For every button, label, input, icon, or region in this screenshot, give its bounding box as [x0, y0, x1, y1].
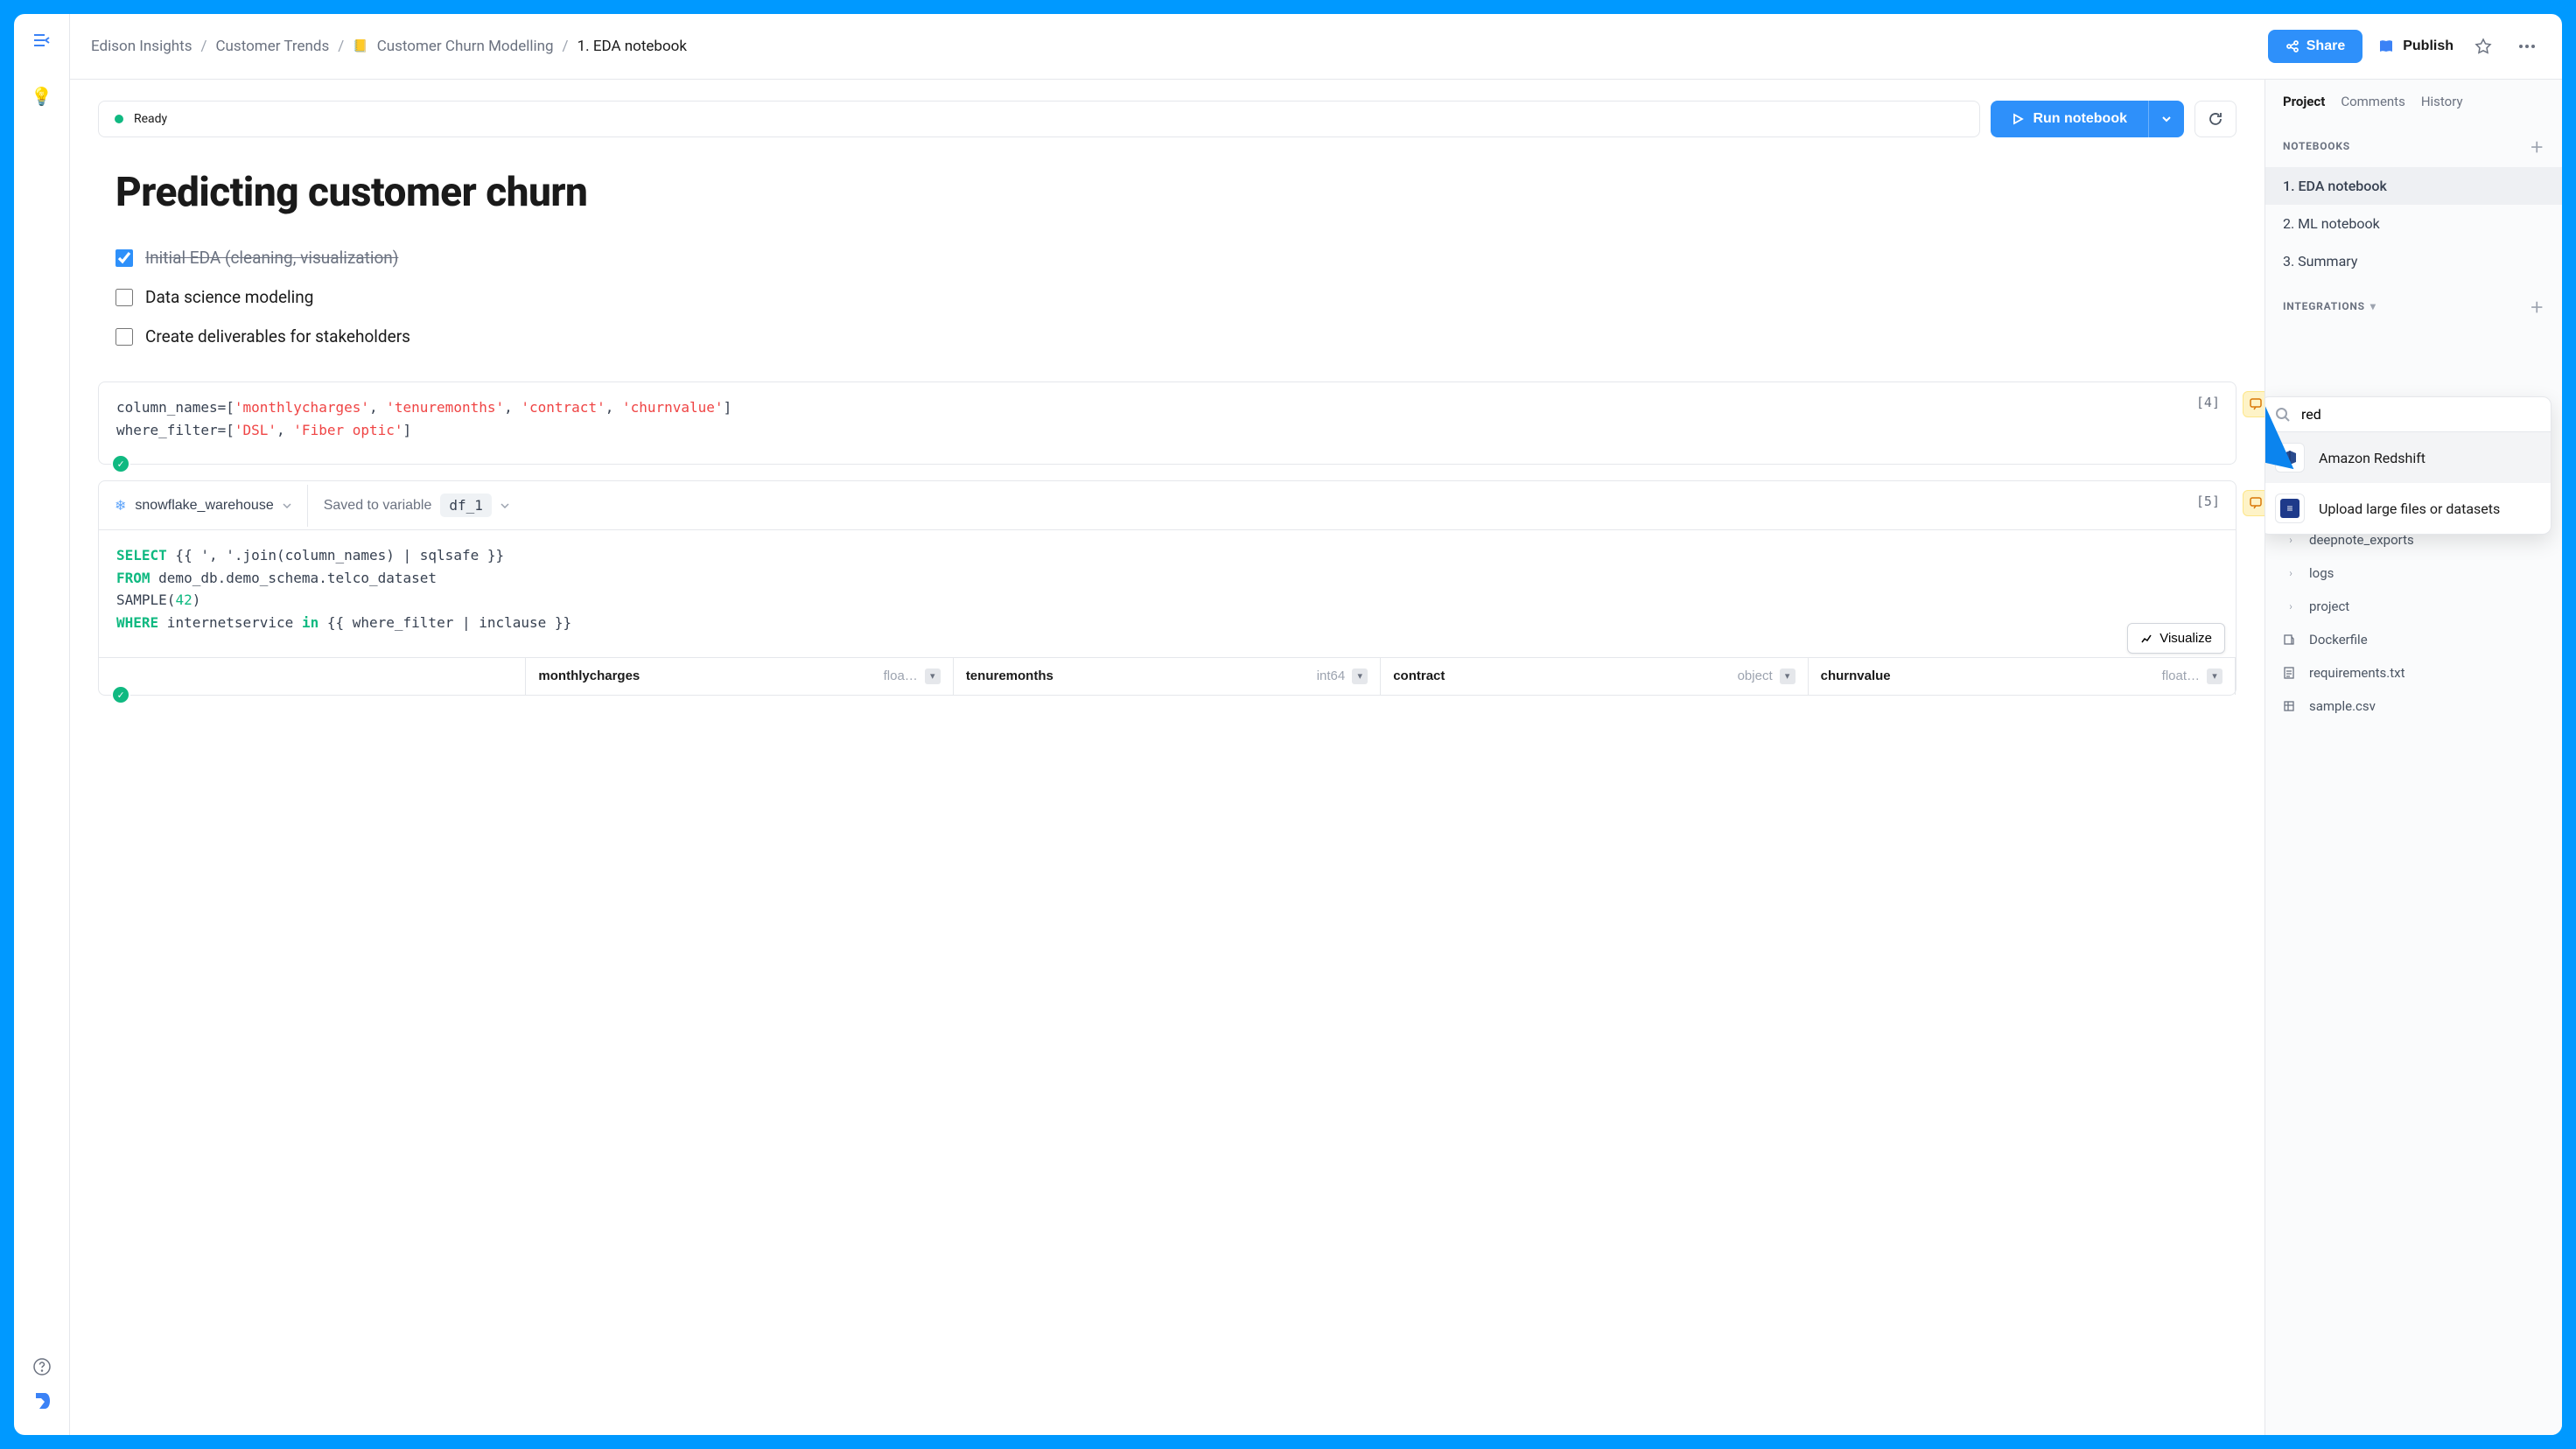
todo-checkbox[interactable]	[116, 289, 133, 306]
notebook-icon: 📒	[353, 39, 368, 53]
kernel-status[interactable]: Ready	[98, 101, 1980, 137]
snowflake-icon: ❄	[115, 497, 126, 514]
refresh-button[interactable]	[2194, 101, 2236, 137]
add-notebook-button[interactable]: ＋	[2530, 136, 2544, 157]
workspace-logo: 💡	[31, 86, 52, 107]
dataframe-header: Visualize monthlycharges floa… ▾ tenurem…	[99, 657, 2236, 695]
comment-icon	[2249, 496, 2263, 510]
todo-item[interactable]: Create deliverables for stakeholders	[116, 326, 2219, 346]
chevron-down-icon	[500, 503, 509, 508]
comment-chip[interactable]	[2243, 490, 2264, 516]
todo-item[interactable]: Data science modeling	[116, 287, 2219, 307]
sql-variable-selector[interactable]: Saved to variable df_1	[308, 481, 525, 529]
breadcrumb: Edison Insights / Customer Trends / 📒 Cu…	[91, 38, 2252, 55]
sql-source-selector[interactable]: ❄ snowflake_warehouse	[99, 485, 308, 527]
integration-result-upload[interactable]: ≡ Upload large files or datasets	[2264, 483, 2551, 534]
todo-text: Create deliverables for stakeholders	[145, 326, 410, 346]
folder-item[interactable]: › logs	[2265, 556, 2562, 590]
book-icon	[2378, 38, 2394, 54]
file-item[interactable]: sample.csv	[2265, 690, 2562, 723]
docker-file-icon	[2283, 634, 2299, 646]
toggle-sidebar-button[interactable]	[30, 30, 54, 51]
notebook-item[interactable]: 2. ML notebook	[2265, 205, 2562, 242]
comment-icon	[2249, 397, 2263, 411]
cell-execution-count: [4]	[2196, 395, 2220, 410]
integrations-header: INTEGRATIONS	[2283, 300, 2365, 312]
play-icon	[2012, 113, 2024, 125]
todo-checkbox[interactable]	[116, 328, 133, 346]
chevron-right-icon: ›	[2283, 534, 2299, 546]
refresh-icon	[2208, 111, 2223, 127]
breadcrumb-folder[interactable]: Customer Trends	[215, 38, 329, 55]
file-item[interactable]: requirements.txt	[2265, 656, 2562, 690]
todo-text: Data science modeling	[145, 287, 313, 307]
status-dot-icon	[115, 115, 123, 123]
column-header[interactable]: contract object ▾	[1381, 658, 1808, 695]
share-button[interactable]: Share	[2268, 30, 2362, 63]
breadcrumb-workspace[interactable]: Edison Insights	[91, 38, 192, 55]
file-item[interactable]: Dockerfile	[2265, 623, 2562, 656]
more-button[interactable]	[2513, 39, 2541, 53]
breadcrumb-current[interactable]: 1. EDA notebook	[578, 38, 687, 55]
notebook-title[interactable]: Predicting customer churn	[116, 169, 2219, 216]
star-button[interactable]	[2469, 32, 2497, 60]
chevron-down-icon[interactable]: ▾	[2370, 300, 2376, 312]
todo-text: Initial EDA (cleaning, visualization)	[145, 248, 398, 268]
column-dropdown-icon[interactable]: ▾	[1352, 668, 1368, 684]
chevron-right-icon: ›	[2283, 600, 2299, 612]
chevron-down-icon	[2161, 116, 2172, 122]
search-icon	[2275, 407, 2291, 423]
txt-file-icon	[2283, 667, 2299, 679]
chart-icon	[2140, 632, 2152, 644]
breadcrumb-project[interactable]: Customer Churn Modelling	[377, 38, 554, 55]
integration-search-popover: Amazon Redshift ≡ Upload large files or …	[2264, 396, 2552, 535]
publish-button[interactable]: Publish	[2378, 38, 2454, 54]
tab-history[interactable]: History	[2421, 94, 2463, 109]
run-notebook-button[interactable]: Run notebook	[1991, 101, 2148, 137]
csv-file-icon	[2283, 700, 2299, 712]
code-cell[interactable]: [4] column_names=['monthlycharges', 'ten…	[98, 382, 2236, 465]
column-header[interactable]: churnvalue float… ▾	[1809, 658, 2236, 695]
help-icon[interactable]	[33, 1358, 51, 1376]
todo-item[interactable]: Initial EDA (cleaning, visualization)	[116, 248, 2219, 268]
cell-execution-count: [5]	[2196, 494, 2220, 509]
integration-result-redshift[interactable]: Amazon Redshift	[2264, 432, 2551, 483]
column-dropdown-icon[interactable]: ▾	[2207, 668, 2222, 684]
add-integration-button[interactable]: ＋	[2530, 296, 2544, 317]
deepnote-logo-icon[interactable]	[32, 1391, 52, 1410]
column-dropdown-icon[interactable]: ▾	[925, 668, 941, 684]
todo-checkbox[interactable]	[116, 249, 133, 267]
integration-search-input[interactable]	[2301, 406, 2537, 423]
run-dropdown-button[interactable]	[2148, 101, 2184, 137]
column-header[interactable]: monthlycharges floa… ▾	[526, 658, 953, 695]
column-dropdown-icon[interactable]: ▾	[1780, 668, 1796, 684]
file-icon: ≡	[2280, 499, 2300, 518]
notebook-item[interactable]: 1. EDA notebook	[2265, 167, 2562, 205]
tab-comments[interactable]: Comments	[2341, 94, 2405, 109]
comment-chip[interactable]	[2243, 391, 2264, 417]
chevron-right-icon: ›	[2283, 567, 2299, 579]
chevron-down-icon	[283, 503, 291, 508]
status-label: Ready	[134, 112, 167, 126]
redshift-icon	[2281, 449, 2299, 466]
share-icon	[2286, 39, 2300, 53]
visualize-button[interactable]: Visualize	[2127, 623, 2225, 654]
sql-cell[interactable]: [5] ❄ snowflake_warehouse Saved to varia…	[98, 480, 2236, 695]
notebook-item[interactable]: 3. Summary	[2265, 242, 2562, 280]
folder-item[interactable]: › project	[2265, 590, 2562, 623]
tab-project[interactable]: Project	[2283, 94, 2325, 109]
notebooks-header: NOTEBOOKS	[2283, 140, 2350, 152]
column-header[interactable]: tenuremonths int64 ▾	[954, 658, 1381, 695]
success-badge-icon: ✓	[111, 454, 130, 473]
